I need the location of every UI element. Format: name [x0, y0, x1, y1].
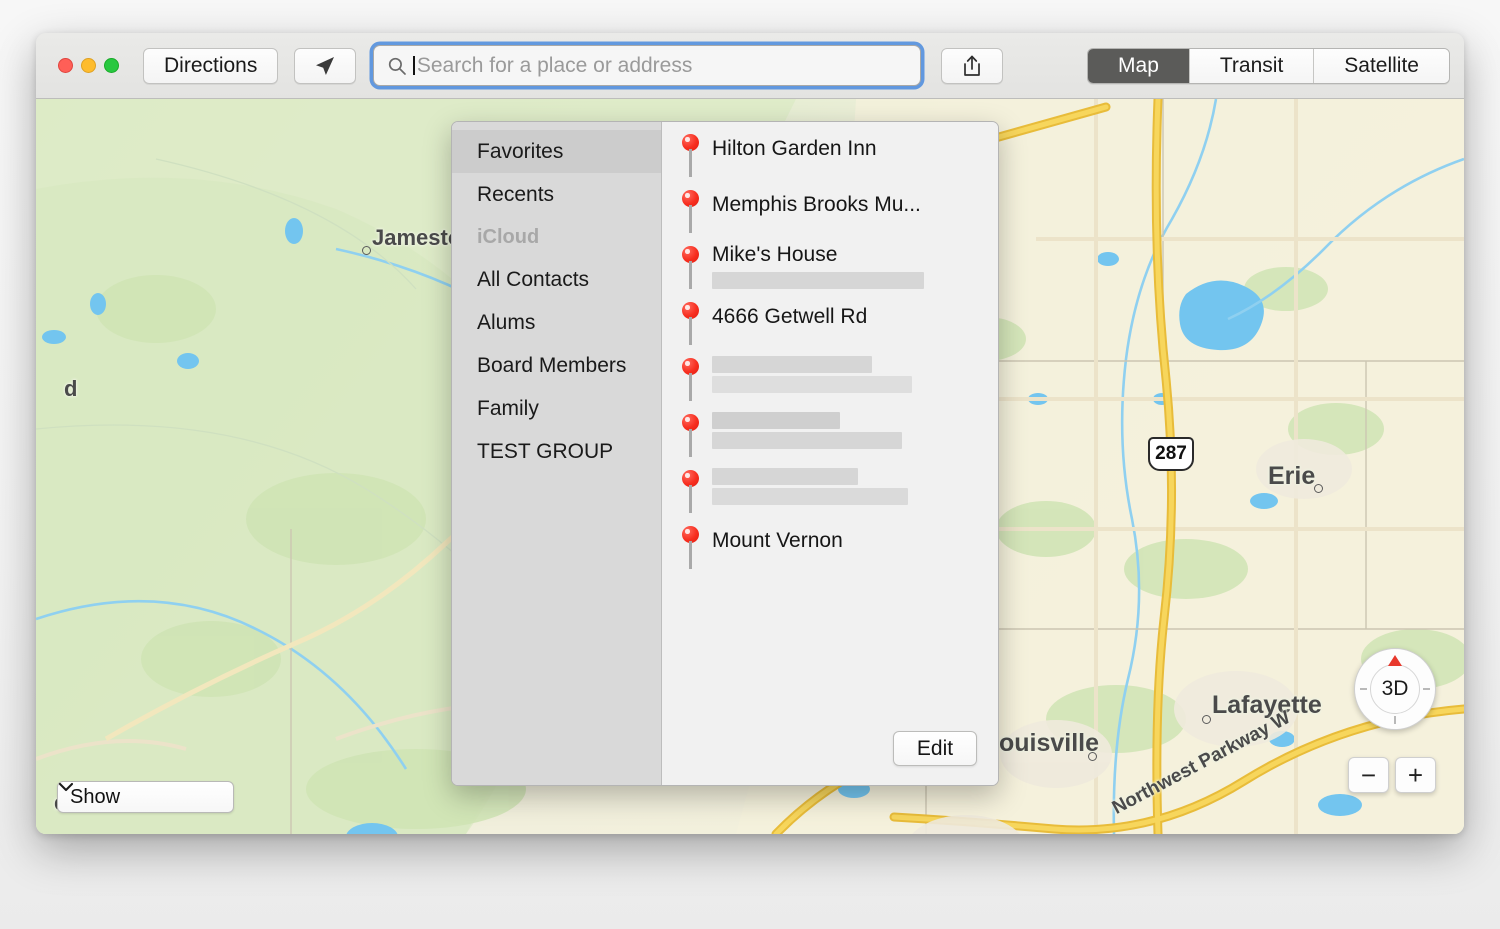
- tab-satellite[interactable]: Satellite: [1314, 49, 1449, 83]
- map-pin-icon: [680, 470, 700, 516]
- share-button[interactable]: [941, 47, 1004, 84]
- compass-inner-ring: 3D: [1370, 664, 1420, 714]
- highway-shield-number: 287: [1155, 443, 1187, 464]
- window-toolbar: Directions Search for a place or address: [36, 33, 1464, 99]
- compass-tick-east: [1423, 688, 1430, 690]
- list-item[interactable]: [662, 352, 998, 408]
- screen: Directions Search for a place or address: [0, 0, 1500, 929]
- sidebar-item-label: Favorites: [477, 139, 564, 163]
- favorites-sidebar: Favorites Recents iCloud All Contacts Al…: [452, 122, 662, 785]
- map-mode-segmented-control: Map Transit Satellite: [1087, 48, 1450, 84]
- favorites-popover: Favorites Recents iCloud All Contacts Al…: [451, 121, 999, 786]
- highway-shield-287: 287: [1148, 437, 1194, 471]
- favorites-list: Hilton Garden Inn Memphis Brooks Mu... M…: [662, 122, 998, 576]
- map-pin-icon: [680, 526, 700, 572]
- tab-map[interactable]: Map: [1088, 49, 1190, 83]
- directions-button[interactable]: Directions: [143, 47, 279, 84]
- zoom-window-button[interactable]: [104, 58, 119, 73]
- compass-3d-label: 3D: [1381, 677, 1409, 700]
- compass-tick-south: [1394, 716, 1396, 724]
- sidebar-section-icloud: iCloud: [452, 216, 661, 258]
- favorite-title: Mike's House: [712, 243, 838, 266]
- list-item[interactable]: [662, 464, 998, 520]
- north-arrow-icon: [1388, 655, 1402, 666]
- maps-window: Directions Search for a place or address: [36, 33, 1464, 834]
- zoom-out-button[interactable]: −: [1348, 757, 1389, 793]
- redacted-subtitle: [712, 272, 924, 290]
- list-item[interactable]: Mount Vernon: [662, 520, 998, 576]
- list-item[interactable]: 4666 Getwell Rd: [662, 296, 998, 352]
- search-input[interactable]: Search for a place or address: [373, 45, 922, 86]
- tab-satellite-label: Satellite: [1344, 54, 1419, 77]
- minimize-window-button[interactable]: [81, 58, 96, 73]
- list-item[interactable]: Mike's House: [662, 240, 998, 296]
- zoom-in-label: +: [1407, 760, 1424, 790]
- zoom-out-label: −: [1360, 760, 1377, 790]
- sidebar-item-alums[interactable]: Alums: [452, 301, 661, 344]
- sidebar-item-recents[interactable]: Recents: [452, 173, 661, 216]
- directions-label: Directions: [164, 53, 258, 77]
- tab-transit[interactable]: Transit: [1189, 49, 1315, 83]
- sidebar-item-all-contacts[interactable]: All Contacts: [452, 258, 661, 301]
- compass-3d-button[interactable]: 3D: [1354, 648, 1436, 730]
- search-placeholder: Search for a place or address: [416, 53, 693, 77]
- navigation-arrow-icon: [316, 56, 335, 75]
- list-item[interactable]: Hilton Garden Inn: [662, 128, 998, 184]
- show-dropdown-label: Show: [70, 785, 121, 808]
- favorite-title: Hilton Garden Inn: [712, 137, 877, 160]
- text-caret: [413, 56, 415, 75]
- map-pin-icon: [680, 414, 700, 460]
- sidebar-item-family[interactable]: Family: [452, 387, 661, 430]
- sidebar-item-label: Family: [477, 396, 539, 420]
- list-item[interactable]: Memphis Brooks Mu...: [662, 184, 998, 240]
- redacted-entry: [712, 408, 902, 449]
- list-item[interactable]: [662, 408, 998, 464]
- redacted-entry: [712, 464, 908, 505]
- show-dropdown-button[interactable]: Show: [57, 781, 234, 813]
- city-dot: [1314, 484, 1323, 493]
- sidebar-item-label: Alums: [477, 310, 536, 334]
- map-pin-icon: [680, 302, 700, 348]
- city-dot: [1202, 715, 1211, 724]
- sidebar-item-label: All Contacts: [477, 267, 590, 291]
- sidebar-item-favorites[interactable]: Favorites: [452, 130, 661, 173]
- favorite-title: Mount Vernon: [712, 529, 843, 552]
- edit-button-label: Edit: [916, 736, 954, 760]
- sidebar-section-label: iCloud: [477, 225, 540, 248]
- city-dot: [1088, 752, 1097, 761]
- map-pin-icon: [680, 134, 700, 180]
- traffic-light-group: [58, 58, 119, 73]
- sidebar-item-label: Recents: [477, 182, 555, 206]
- favorite-title: 4666 Getwell Rd: [712, 305, 868, 328]
- sidebar-item-board-members[interactable]: Board Members: [452, 344, 661, 387]
- share-icon: [964, 55, 981, 76]
- favorite-title: Memphis Brooks Mu...: [712, 193, 921, 216]
- sidebar-item-label: TEST GROUP: [477, 439, 614, 463]
- redacted-entry: [712, 352, 912, 393]
- chevron-down-icon: [58, 782, 74, 792]
- favorites-list-panel: Hilton Garden Inn Memphis Brooks Mu... M…: [662, 122, 998, 785]
- tab-transit-label: Transit: [1219, 54, 1284, 77]
- sidebar-item-test-group[interactable]: TEST GROUP: [452, 430, 661, 473]
- zoom-in-button[interactable]: +: [1395, 757, 1436, 793]
- map-pin-icon: [680, 358, 700, 404]
- compass-tick-west: [1360, 688, 1367, 690]
- search-field-wrapper: Search for a place or address: [373, 45, 922, 86]
- close-window-button[interactable]: [58, 58, 73, 73]
- tab-map-label: Map: [1118, 54, 1159, 77]
- map-pin-icon: [680, 190, 700, 236]
- city-dot: [362, 246, 371, 255]
- map-pin-icon: [680, 246, 700, 292]
- edit-button[interactable]: Edit: [893, 731, 977, 766]
- zoom-controls: − +: [1348, 757, 1436, 793]
- search-icon: [389, 57, 407, 75]
- sidebar-item-label: Board Members: [477, 353, 627, 377]
- current-location-button[interactable]: [294, 47, 357, 84]
